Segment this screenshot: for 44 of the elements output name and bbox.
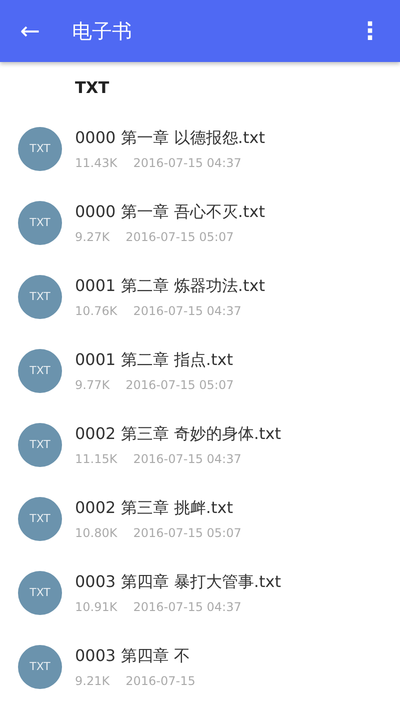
file-date: 2016-07-15 05:07 [126, 377, 234, 394]
file-name: 0000 第一章 以德报怨.txt [75, 127, 265, 149]
file-name: 0001 第二章 指点.txt [75, 349, 234, 371]
file-size: 9.77K [75, 377, 110, 394]
file-name: 0002 第三章 挑衅.txt [75, 497, 234, 519]
file-size: 10.80K [75, 525, 118, 542]
file-date: 2016-07-15 05:07 [126, 229, 234, 246]
file-size: 11.15K [75, 451, 118, 468]
file-type-badge: TXT [18, 423, 62, 467]
file-size: 9.21K [75, 673, 110, 690]
file-type-badge: TXT [18, 571, 62, 615]
file-type-badge: TXT [18, 497, 62, 541]
file-type-badge: TXT [18, 127, 62, 171]
file-name: 0000 第一章 吾心不灭.txt [75, 201, 265, 223]
file-type-badge: TXT [18, 645, 62, 689]
file-name: 0001 第二章 炼器功法.txt [75, 275, 265, 297]
file-date: 2016-07-15 05:07 [133, 525, 242, 542]
file-date: 2016-07-15 04:37 [133, 599, 242, 616]
file-list-item[interactable]: TXT 0000 第一章 吾心不灭.txt 9.27K 2016-07-15 05:07 [0, 186, 400, 260]
file-list-item[interactable]: TXT 0001 第二章 指点.txt 9.77K 2016-07-15 05:07 [0, 334, 400, 408]
file-list-item[interactable]: TXT 0002 第三章 奇妙的身体.txt 11.15K 2016-07-15 04:37 [0, 408, 400, 482]
file-size: 10.91K [75, 599, 118, 616]
file-date: 2016-07-15 04:37 [133, 155, 242, 172]
file-date: 2016-07-15 04:37 [133, 451, 242, 468]
file-list-item[interactable]: TXT 0002 第三章 挑衅.txt 10.80K 2016-07-15 05:07 [0, 482, 400, 556]
file-type-badge: TXT [18, 349, 62, 393]
section-header: TXT [74, 77, 110, 99]
file-name: 0003 第四章 暴打大管事.txt [75, 571, 281, 593]
back-button[interactable]: ← [20, 19, 40, 43]
file-list-item[interactable]: TXT 0003 第四章 暴打大管事.txt 10.91K 2016-07-15 04:37 [0, 556, 400, 630]
more-menu-button[interactable]: ⋮ [354, 19, 386, 43]
file-list-item[interactable]: TXT 0001 第二章 炼器功法.txt 10.76K 2016-07-15 04:37 [0, 260, 400, 334]
file-size: 10.76K [75, 303, 118, 320]
file-name: 0003 第四章 不 [75, 645, 191, 667]
file-list-item[interactable]: TXT 0000 第一章 以德报怨.txt 11.43K 2016-07-15 04:37 [0, 112, 400, 186]
file-type-badge: TXT [18, 275, 62, 319]
file-date: 2016-07-15 04:37 [133, 303, 242, 320]
file-list-item[interactable]: TXT 0003 第四章 不 9.21K 2016-07-15 [0, 630, 400, 704]
file-date: 2016-07-15 [126, 673, 196, 690]
screen-title: 电子书 [72, 18, 132, 45]
file-name: 0002 第三章 奇妙的身体.txt [75, 423, 281, 445]
file-type-badge: TXT [18, 201, 62, 245]
file-size: 9.27K [75, 229, 110, 246]
file-size: 11.43K [75, 155, 118, 172]
